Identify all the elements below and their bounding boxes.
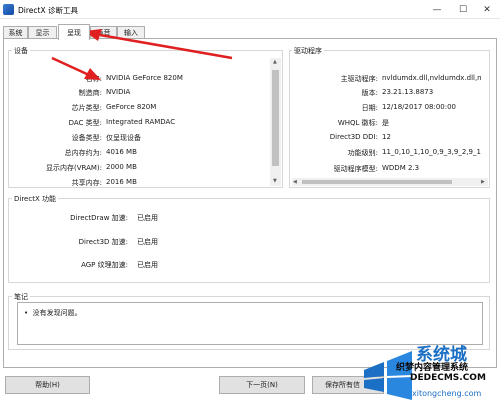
- minimize-button[interactable]: —: [424, 0, 450, 19]
- close-button[interactable]: ✕: [474, 0, 500, 19]
- notes-title: 笔记: [12, 292, 30, 302]
- scroll-up-icon[interactable]: ▲: [273, 59, 277, 65]
- device-name-key: 名称:: [85, 75, 102, 83]
- device-group-title: 设备: [12, 46, 30, 56]
- save-all-info-label: 保存所有信: [325, 381, 360, 389]
- device-chip-key: 芯片类型:: [71, 104, 102, 112]
- tab-render[interactable]: 呈现: [58, 24, 90, 40]
- device-name-value: NVIDIA GeForce 820M: [106, 74, 183, 82]
- device-chip-value: GeForce 820M: [106, 103, 157, 111]
- device-manufacturer-key: 制造商:: [78, 89, 102, 97]
- help-button-label: 帮助(H): [35, 381, 60, 389]
- title-bar: DirectX 诊断工具 — ☐ ✕: [0, 0, 500, 19]
- driver-group-title: 驱动程序: [292, 46, 324, 56]
- device-total-memory-key: 总内存约为:: [64, 149, 102, 157]
- device-scrollbar[interactable]: ▲ ▼: [270, 58, 281, 186]
- driver-main-key: 主驱动程序:: [340, 75, 378, 83]
- driver-version-value: 23.21.13.8873: [382, 88, 434, 96]
- tab-label: 呈现: [67, 28, 81, 37]
- direct3d-accel-value: 已启用: [137, 238, 158, 246]
- device-dac-key: DAC 类型:: [68, 119, 102, 127]
- device-shared-memory-value: 2016 MB: [106, 178, 137, 186]
- driver-whql-value: 是: [382, 119, 389, 127]
- tab-label: 输入: [124, 29, 138, 37]
- notes-item-text: 没有发现问题。: [32, 309, 82, 317]
- next-page-button[interactable]: 下一页(N): [219, 376, 305, 394]
- device-vram-key: 显示内存(VRAM):: [45, 164, 102, 172]
- driver-hscrollbar[interactable]: ◀ ▶: [292, 178, 488, 186]
- direct3d-accel-key: Direct3D 加速:: [78, 238, 128, 246]
- device-dac-value: Integrated RAMDAC: [106, 118, 176, 126]
- watermark-line2: DEDECMS.COM: [410, 373, 486, 383]
- device-scroll-thumb[interactable]: [272, 70, 279, 166]
- notes-list-item: • 没有发现问题。: [24, 309, 82, 317]
- device-total-memory-value: 4016 MB: [106, 148, 137, 156]
- scroll-right-icon[interactable]: ▶: [481, 179, 485, 185]
- next-page-label: 下一页(N): [246, 381, 278, 389]
- directx-app-icon: [3, 4, 14, 15]
- agp-accel-value: 已启用: [137, 261, 158, 269]
- scroll-left-icon[interactable]: ◀: [293, 179, 297, 185]
- tab-label: 显示: [35, 29, 50, 37]
- device-manufacturer-value: NVIDIA: [106, 88, 131, 96]
- agp-accel-key: AGP 纹理加速:: [81, 261, 128, 269]
- device-type-key: 设备类型:: [71, 134, 102, 142]
- tab-label: 系统: [8, 29, 23, 37]
- device-shared-memory-key: 共享内存:: [71, 179, 102, 187]
- driver-version-key: 版本:: [361, 89, 378, 97]
- driver-ddi-key: Direct3D DDI:: [329, 133, 378, 141]
- driver-date-value: 12/18/2017 08:00:00: [382, 103, 457, 111]
- tab-strip: 系统 显示 呈现 声音 输入: [3, 24, 497, 40]
- device-vram-value: 2000 MB: [106, 163, 137, 171]
- directdraw-accel-key: DirectDraw 加速:: [70, 214, 128, 222]
- watermark-url: xitongcheng.com: [412, 389, 482, 398]
- scroll-down-icon[interactable]: ▼: [273, 178, 277, 184]
- driver-model-key: 驱动程序模型:: [333, 165, 378, 173]
- maximize-button[interactable]: ☐: [450, 0, 476, 19]
- driver-main-value: nvldumdx.dll,nvldumdx.dll,nvldumdx.d: [382, 74, 482, 82]
- directx-features-title: DirectX 功能: [12, 194, 58, 204]
- window-title: DirectX 诊断工具: [18, 6, 78, 15]
- driver-ddi-value: 12: [382, 133, 391, 141]
- driver-feature-levels-key: 功能级别:: [347, 149, 378, 157]
- notes-textarea[interactable]: • 没有发现问题。: [17, 302, 483, 345]
- driver-whql-key: WHQL 徽标:: [337, 119, 378, 127]
- driver-feature-levels-value: 11_0,10_1,10_0,9_3,9_2,9_1: [382, 148, 481, 156]
- directdraw-accel-value: 已启用: [137, 214, 158, 222]
- driver-model-value: WDDM 2.3: [382, 164, 420, 172]
- driver-date-key: 日期:: [361, 104, 378, 112]
- help-button[interactable]: 帮助(H): [5, 376, 90, 394]
- save-all-info-button[interactable]: 保存所有信: [312, 376, 384, 394]
- tab-label: 声音: [96, 29, 111, 37]
- driver-hscroll-thumb[interactable]: [302, 180, 452, 184]
- device-type-value: 仅呈现设备: [106, 134, 141, 142]
